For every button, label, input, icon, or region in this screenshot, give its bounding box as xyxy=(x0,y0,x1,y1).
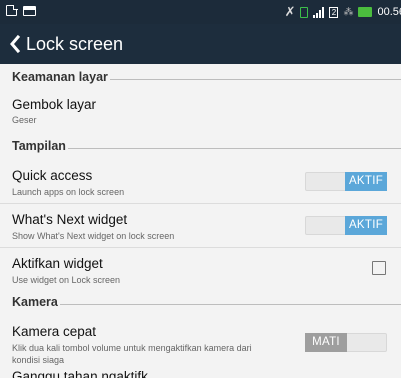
toggle-label: MATI xyxy=(305,333,347,352)
section-divider xyxy=(59,303,401,305)
sim2-icon: 2 xyxy=(329,6,339,18)
instant-camera-subtitle-line2: kondisi siaga xyxy=(12,355,65,365)
screen-lock-row[interactable]: Gembok layar Geser xyxy=(12,97,401,127)
section-camera: Kamera xyxy=(12,295,401,309)
partial-row-title[interactable]: Ganggu tahan ngaktifk... xyxy=(12,369,159,378)
enable-widget-subtitle: Use widget on Lock screen xyxy=(12,275,121,285)
row-divider xyxy=(0,247,401,248)
wifi-icon: ⁂ xyxy=(343,6,354,18)
sim-icon xyxy=(300,6,309,18)
section-display: Tampilan xyxy=(12,139,401,153)
whats-next-toggle[interactable]: AKTIF xyxy=(305,216,387,235)
enable-widget-checkbox[interactable] xyxy=(372,261,386,275)
status-right-icons: ✗ 2 ⁂ 00.56 xyxy=(285,0,401,24)
quick-access-toggle[interactable]: AKTIF xyxy=(305,172,387,191)
enable-widget-title: Aktifkan widget xyxy=(12,256,103,271)
section-title: Tampilan xyxy=(12,139,66,153)
signal-icon xyxy=(313,6,325,18)
battery-icon xyxy=(358,7,373,17)
document-icon xyxy=(6,4,18,16)
section-divider xyxy=(67,147,401,149)
status-time: 00.56 xyxy=(377,6,401,18)
settings-list: Keamanan layar Gembok layar Geser Tampil… xyxy=(0,64,401,378)
section-security: Keamanan layar xyxy=(12,70,401,84)
enable-widget-row[interactable]: Aktifkan widget Use widget on Lock scree… xyxy=(12,256,401,290)
row-divider xyxy=(0,203,401,204)
toggle-label: AKTIF xyxy=(345,216,387,235)
screen-lock-title: Gembok layar xyxy=(12,97,97,112)
app-bar: Lock screen xyxy=(0,24,401,64)
section-divider xyxy=(109,78,401,80)
mute-icon: ✗ xyxy=(284,4,296,19)
status-left-icons xyxy=(6,4,36,16)
instant-camera-toggle[interactable]: MATI xyxy=(305,333,387,352)
toggle-label: AKTIF xyxy=(345,172,387,191)
section-title: Keamanan layar xyxy=(12,70,108,84)
image-icon xyxy=(23,6,36,16)
section-title: Kamera xyxy=(12,295,58,309)
screen-lock-subtitle: Geser xyxy=(12,115,37,125)
status-bar: ✗ 2 ⁂ 00.56 xyxy=(0,0,401,24)
chevron-left-icon xyxy=(10,35,21,53)
page-title: Lock screen xyxy=(26,33,124,54)
